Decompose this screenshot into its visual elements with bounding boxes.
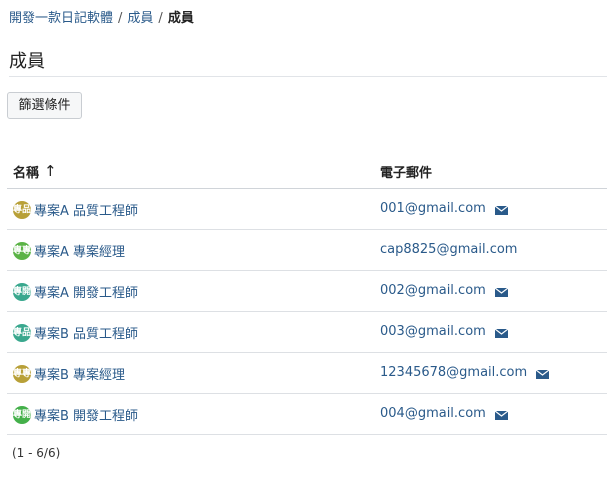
table-body: 專品 專案A 品質工程師 001@gmail.com 專專 專案A 專案經理 cap882… (7, 189, 607, 435)
member-name-link[interactable]: 專案B 品質工程師 (34, 323, 138, 342)
member-name-link[interactable]: 專案A 專案經理 (34, 241, 125, 260)
avatar: 專專 (13, 241, 31, 260)
envelope-icon[interactable] (494, 409, 509, 420)
breadcrumb-current: 成員 (167, 11, 194, 26)
member-name-link[interactable]: 專案A 開發工程師 (34, 282, 138, 301)
member-name-link[interactable]: 專案A 品質工程師 (34, 200, 138, 219)
column-header-email: 電子郵件 (380, 166, 433, 181)
members-table: 名稱 ↑ 電子郵件 專品 專案A 品質工程師 001@gmail.com 專專 專案A 專… (7, 150, 607, 435)
page-title: 成員 (9, 51, 45, 73)
member-email-link[interactable]: 001@gmail.com (380, 201, 486, 216)
member-email-link[interactable]: cap8825@gmail.com (380, 242, 517, 257)
sort-ascending-icon: ↑ (44, 162, 57, 180)
member-email-cell: 002@gmail.com (380, 283, 509, 298)
table-row: 專開 專案B 開發工程師 004@gmail.com (7, 394, 607, 435)
envelope-icon[interactable] (494, 327, 509, 338)
member-email-cell: 004@gmail.com (380, 406, 509, 421)
avatar: 專品 (13, 200, 31, 219)
avatar: 專開 (13, 282, 31, 301)
table-row: 專品 專案A 品質工程師 001@gmail.com (7, 189, 607, 230)
breadcrumb-separator: / (118, 11, 123, 26)
avatar: 專專 (13, 364, 31, 383)
member-name-cell: 專專 專案A 專案經理 (13, 241, 125, 260)
envelope-icon[interactable] (535, 368, 550, 379)
envelope-icon[interactable] (494, 286, 509, 297)
table-header: 名稱 ↑ 電子郵件 (7, 150, 607, 189)
column-header-name-label: 名稱 (13, 166, 40, 181)
breadcrumb-project-link[interactable]: 開發一款日記軟體 (9, 11, 113, 26)
member-name-cell: 專開 專案A 開發工程師 (13, 282, 138, 301)
member-name-cell: 專品 專案B 品質工程師 (13, 323, 138, 342)
pagination-info: (1 - 6/6) (12, 446, 61, 460)
avatar: 專品 (13, 323, 31, 342)
members-page: 開發一款日記軟體 / 成員 / 成員 成員 篩選條件 名稱 ↑ 電子郵件 專品 專案A 品質… (0, 0, 607, 485)
member-email-cell: 12345678@gmail.com (380, 365, 550, 380)
envelope-icon[interactable] (494, 204, 509, 215)
member-email-link[interactable]: 004@gmail.com (380, 406, 486, 421)
member-name-cell: 專開 專案B 開發工程師 (13, 405, 138, 424)
breadcrumb: 開發一款日記軟體 / 成員 / 成員 (9, 10, 194, 28)
title-divider (9, 76, 607, 77)
member-email-cell: 003@gmail.com (380, 324, 509, 339)
member-name-cell: 專專 專案B 專案經理 (13, 364, 125, 383)
breadcrumb-members-link[interactable]: 成員 (127, 11, 153, 26)
table-row: 專品 專案B 品質工程師 003@gmail.com (7, 312, 607, 353)
avatar: 專開 (13, 405, 31, 424)
table-row: 專專 專案B 專案經理 12345678@gmail.com (7, 353, 607, 394)
member-name-link[interactable]: 專案B 開發工程師 (34, 405, 138, 424)
member-email-cell: cap8825@gmail.com (380, 242, 517, 257)
column-header-name[interactable]: 名稱 ↑ (13, 162, 57, 181)
breadcrumb-separator: / (158, 11, 163, 26)
filter-button[interactable]: 篩選條件 (7, 92, 82, 119)
table-row: 專專 專案A 專案經理 cap8825@gmail.com (7, 230, 607, 271)
member-email-link[interactable]: 12345678@gmail.com (380, 365, 527, 380)
member-email-link[interactable]: 003@gmail.com (380, 324, 486, 339)
member-name-link[interactable]: 專案B 專案經理 (34, 364, 125, 383)
member-name-cell: 專品 專案A 品質工程師 (13, 200, 138, 219)
member-email-link[interactable]: 002@gmail.com (380, 283, 486, 298)
member-email-cell: 001@gmail.com (380, 201, 509, 216)
table-row: 專開 專案A 開發工程師 002@gmail.com (7, 271, 607, 312)
